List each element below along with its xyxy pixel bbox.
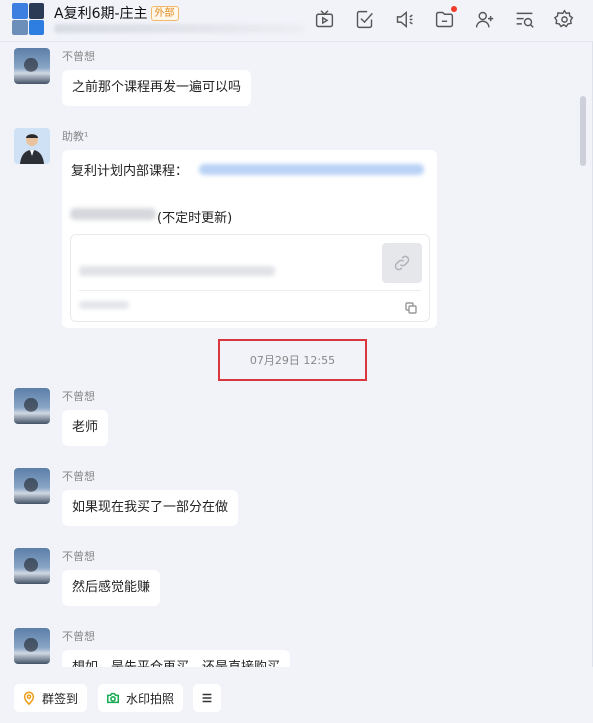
sender-name: 不曾想: [62, 470, 95, 483]
sender-name: 不曾想: [62, 390, 95, 403]
external-badge: 外部: [150, 6, 179, 21]
message-list[interactable]: 不曾想 之前那个课程再发一遍可以吗 助教¹ 复利计划内部课程： (不定时更新): [0, 42, 579, 667]
location-pin-icon: [23, 691, 35, 705]
more-menu-button[interactable]: [193, 684, 221, 712]
avatar[interactable]: [14, 48, 50, 84]
menu-icon: [202, 693, 212, 703]
avatar[interactable]: [14, 128, 50, 164]
search-history-icon[interactable]: [514, 9, 535, 30]
link-source-blurred: [79, 301, 129, 309]
avatar[interactable]: [14, 388, 50, 424]
message-card[interactable]: 复利计划内部课程： (不定时更新): [62, 150, 437, 328]
chat-window: A复利6期-庄主 外部 不曾想 之前那个课程再发一遍可以吗 助教¹ 复利计划内部…: [0, 0, 593, 723]
watermark-photo-label: 水印拍照: [126, 691, 175, 706]
message-bubble[interactable]: 如果现在我买了一部分在做: [62, 490, 239, 526]
camera-icon: [106, 692, 120, 704]
group-announcement-blurred: [54, 24, 304, 33]
blurred-text: [70, 208, 156, 220]
card-text-line: (不定时更新): [157, 211, 233, 226]
sender-name: 不曾想: [62, 550, 95, 563]
card-text-line: 复利计划内部课程：: [71, 164, 189, 179]
link-preview-title-blurred: [79, 266, 275, 276]
group-checkin-button[interactable]: 群签到: [14, 684, 88, 712]
add-member-icon[interactable]: [474, 9, 495, 30]
group-title-text: A复利6期-庄主: [54, 6, 148, 22]
message-bubble[interactable]: 然后感觉能赚: [62, 570, 161, 606]
divider: [79, 290, 421, 291]
avatar[interactable]: [14, 468, 50, 504]
message-bubble[interactable]: 老师: [62, 410, 109, 446]
timestamp-text: 07月29日 12:55: [249, 354, 336, 367]
sender-name: 助教¹: [62, 130, 89, 143]
message-bubble[interactable]: 想如，是先平仓再买，还是直接购买: [62, 650, 291, 667]
sender-name: 不曾想: [62, 630, 95, 643]
assistant-avatar-image: [14, 128, 50, 164]
blurred-link: [199, 164, 424, 175]
live-tv-icon[interactable]: [314, 9, 335, 30]
settings-gear-icon[interactable]: [553, 9, 575, 30]
scrollbar-thumb[interactable]: [580, 96, 586, 166]
timestamp-divider: 07月29日 12:55: [218, 339, 367, 381]
announcement-speaker-icon[interactable]: [394, 9, 415, 30]
folder-icon[interactable]: [434, 6, 457, 30]
header-toolbar: [314, 6, 575, 30]
link-thumbnail: [382, 243, 422, 283]
copy-icon[interactable]: [405, 299, 417, 314]
avatar[interactable]: [14, 628, 50, 664]
link-chain-icon: [394, 255, 410, 271]
bottom-toolbar: 群签到 水印拍照: [0, 667, 593, 723]
watermark-photo-button[interactable]: 水印拍照: [98, 684, 184, 712]
group-title[interactable]: A复利6期-庄主 外部: [54, 3, 179, 23]
group-avatar[interactable]: [12, 3, 44, 35]
chat-header: A复利6期-庄主 外部: [0, 0, 593, 42]
group-checkin-label: 群签到: [42, 691, 79, 706]
task-check-icon[interactable]: [354, 9, 375, 30]
message-bubble[interactable]: 之前那个课程再发一遍可以吗: [62, 70, 252, 106]
link-preview-card[interactable]: [70, 234, 430, 322]
notification-dot: [451, 6, 457, 12]
avatar[interactable]: [14, 548, 50, 584]
sender-name: 不曾想: [62, 50, 95, 63]
